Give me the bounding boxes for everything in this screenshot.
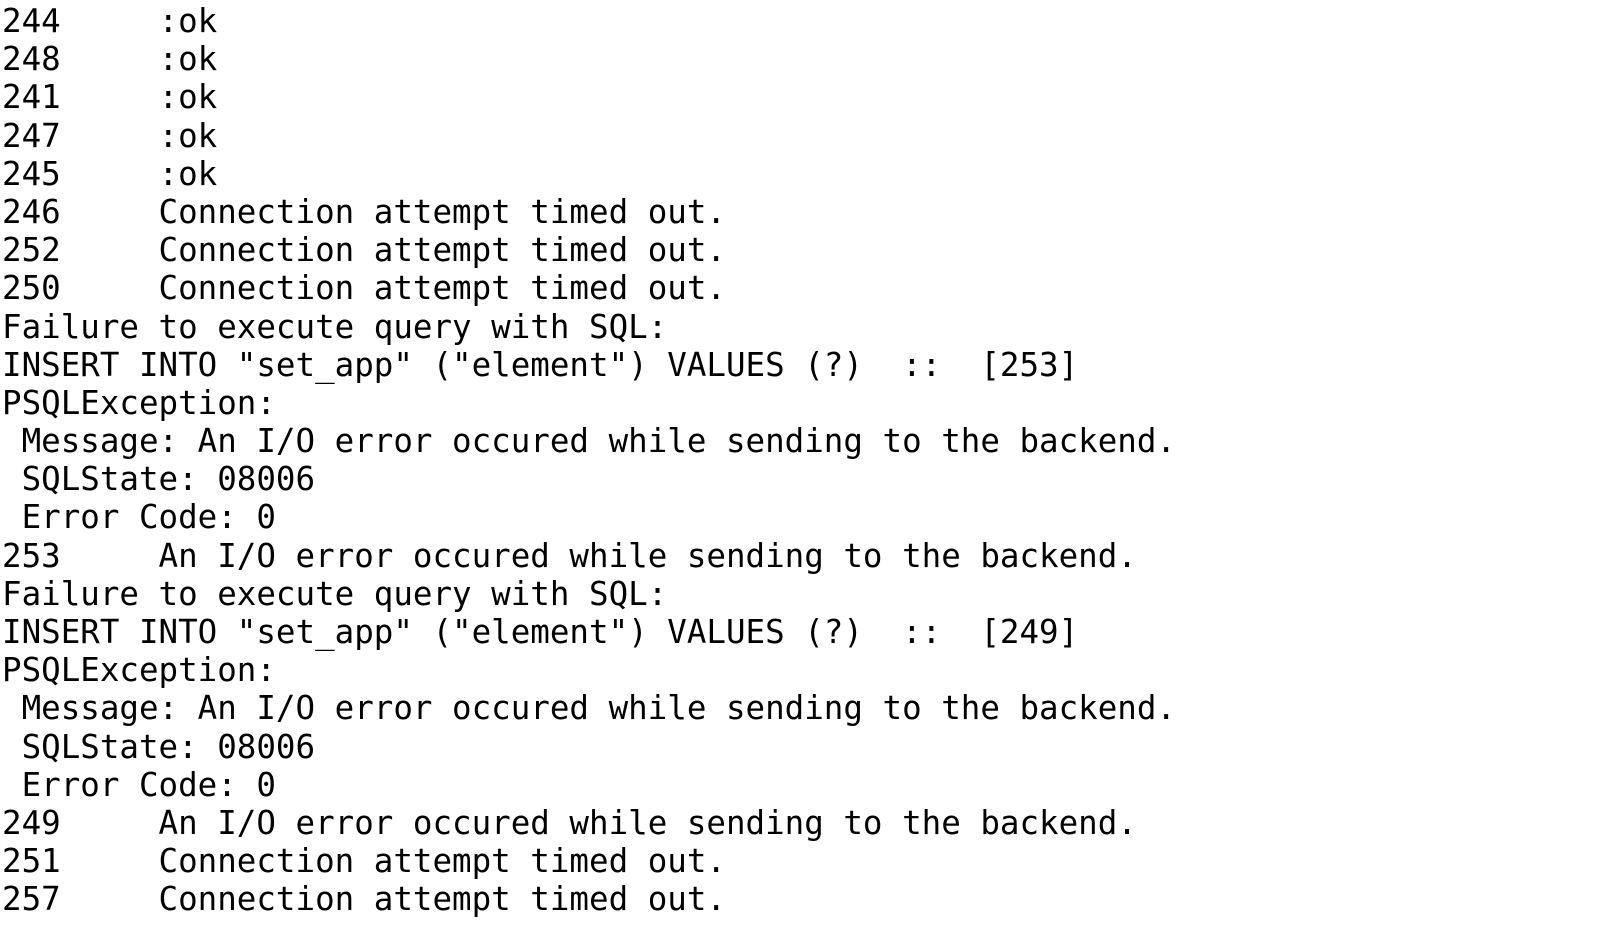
- terminal-line: 241 :ok: [2, 78, 218, 117]
- terminal-line: 248 :ok: [2, 40, 218, 79]
- terminal-line: 246 Connection attempt timed out.: [2, 192, 726, 231]
- terminal-line: Failure to execute query with SQL:: [2, 574, 668, 613]
- terminal-output: 244 :ok 248 :ok 241 :ok 247 :ok 245 :ok …: [0, 0, 1602, 938]
- terminal-line: Error Code: 0: [2, 765, 276, 804]
- terminal-line: PSQLException:: [2, 651, 276, 690]
- terminal-line: 250 Connection attempt timed out.: [2, 269, 726, 308]
- terminal-line: 244 :ok: [2, 2, 218, 40]
- terminal-line: Failure to execute query with SQL:: [2, 307, 668, 346]
- terminal-line: 245 :ok: [2, 154, 218, 193]
- terminal-line: 247 :ok: [2, 116, 218, 155]
- terminal-line: INSERT INTO "set_app" ("element") VALUES…: [2, 345, 1079, 384]
- terminal-line: PSQLException:: [2, 383, 276, 422]
- terminal-line: Error Code: 0: [2, 498, 276, 537]
- terminal-line: 249 An I/O error occured while sending t…: [2, 803, 1137, 842]
- terminal-line: Message: An I/O error occured while send…: [2, 689, 1176, 728]
- terminal-line: 253 An I/O error occured while sending t…: [2, 536, 1137, 575]
- terminal-line: SQLState: 08006: [2, 727, 316, 766]
- terminal-line: 252 Connection attempt timed out.: [2, 231, 726, 270]
- terminal-line: Message: An I/O error occured while send…: [2, 422, 1176, 461]
- terminal-line: 251 Connection attempt timed out.: [2, 842, 726, 881]
- terminal-line: 257 Connection attempt timed out.: [2, 880, 726, 919]
- terminal-line: SQLState: 08006: [2, 460, 316, 499]
- terminal-line: INSERT INTO "set_app" ("element") VALUES…: [2, 613, 1079, 651]
